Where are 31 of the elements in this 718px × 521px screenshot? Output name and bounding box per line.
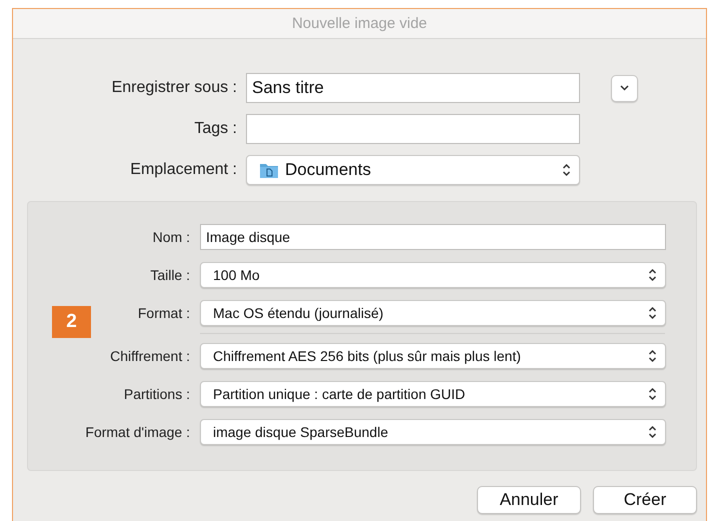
text-field[interactable]: Sans titre — [246, 73, 580, 103]
dialog-button[interactable]: Créer — [593, 486, 697, 514]
stepper-icon — [648, 268, 657, 282]
step-badge: 2 — [52, 306, 91, 338]
field-label: Partitions : — [124, 386, 190, 402]
field-label: Nom : — [152, 229, 190, 245]
field-label: Enregistrer sous : — [112, 79, 237, 97]
text-field[interactable]: Image disque — [200, 224, 666, 250]
disclosure-button[interactable] — [611, 74, 638, 102]
stepper-icon — [648, 387, 657, 401]
popup-menu[interactable]: Documents — [246, 155, 580, 185]
stepper-icon — [648, 306, 657, 320]
popup-menu[interactable]: Chiffrement AES 256 bits (plus sûr mais plus lent) — [200, 343, 666, 369]
stepper-icon — [562, 163, 571, 177]
popup-menu[interactable]: image disque SparseBundle — [200, 419, 666, 445]
folder-icon — [259, 162, 279, 178]
field-label: Emplacement : — [130, 161, 237, 179]
field-label: Tags : — [194, 120, 237, 138]
chevron-down-icon — [620, 85, 629, 91]
field-label: Chiffrement : — [110, 348, 190, 364]
field-label: Format : — [138, 305, 190, 321]
stepper-icon — [648, 349, 657, 363]
field-label: Taille : — [150, 267, 190, 283]
text-field[interactable] — [246, 114, 580, 144]
stepper-icon — [648, 425, 657, 439]
popup-menu[interactable]: Partition unique : carte de partition GUID — [200, 381, 666, 407]
field-label: Format d'image : — [85, 424, 190, 440]
popup-menu[interactable]: Mac OS étendu (journalisé) — [200, 300, 666, 326]
window-title: Nouvelle image vide — [13, 9, 706, 39]
popup-menu[interactable]: 100 Mo — [200, 262, 666, 288]
dialog-button[interactable]: Annuler — [477, 486, 581, 514]
